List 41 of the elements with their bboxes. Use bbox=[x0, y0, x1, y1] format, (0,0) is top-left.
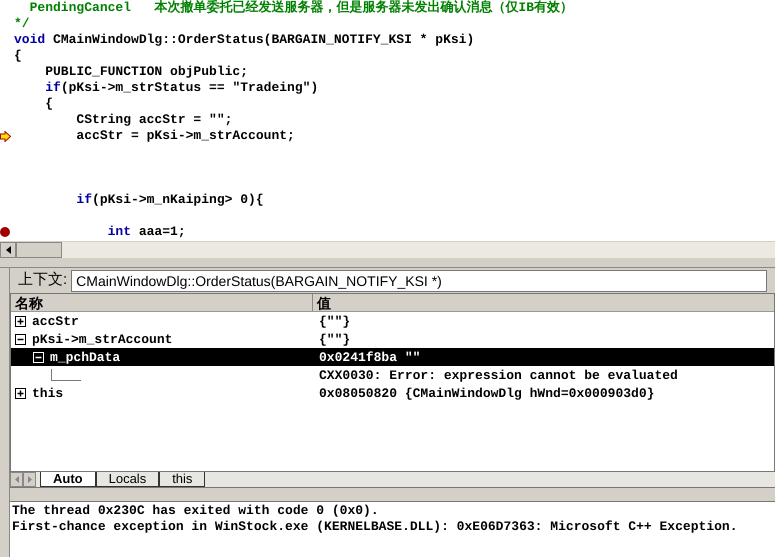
code-line: { bbox=[14, 48, 22, 64]
variable-name: pKsi->m_strAccount bbox=[32, 330, 172, 349]
tab-scroll-left-button[interactable] bbox=[10, 472, 23, 488]
context-field[interactable]: CMainWindowDlg::OrderStatus(BARGAIN_NOTIFY_KSI *) bbox=[71, 270, 767, 292]
expand-icon[interactable] bbox=[15, 388, 26, 399]
scrollbar-thumb[interactable] bbox=[16, 242, 62, 258]
code-comment: PendingCancel 本次撤单委托已经发送服务器，但是服务器未发出确认消息（仅IB有效） bbox=[28, 0, 574, 16]
code-line: accStr = pKsi->m_strAccount; bbox=[75, 128, 295, 144]
code-line: if(pKsi->m_strStatus == "Tradeing") bbox=[44, 80, 318, 96]
code-line: { bbox=[44, 96, 54, 112]
tree-line bbox=[51, 369, 81, 382]
tab[interactable]: Auto bbox=[40, 472, 96, 488]
variable-value: CXX0030: Error: expression cannot be evaluated bbox=[318, 366, 678, 385]
left-arrow-icon bbox=[6, 246, 10, 254]
scroll-left-button[interactable] bbox=[0, 242, 16, 258]
left-arrow-icon bbox=[14, 476, 18, 484]
context-label: 上下文: bbox=[18, 270, 68, 290]
code-line: PUBLIC_FUNCTION objPublic; bbox=[44, 64, 248, 80]
code-line: int aaa=1; bbox=[106, 224, 186, 240]
collapse-icon[interactable] bbox=[15, 334, 26, 345]
tab[interactable]: Locals bbox=[96, 472, 160, 488]
variable-value: {""} bbox=[318, 330, 350, 349]
code-line: if(pKsi->m_nKaiping> 0){ bbox=[75, 192, 264, 208]
code-line: CString accStr = ""; bbox=[75, 112, 232, 128]
output-line: First-chance exception in WinStock.exe (KERNELBASE.DLL): 0xE06D7363: Microsoft C++ Exception. bbox=[12, 519, 739, 535]
code-line: void CMainWindowDlg::OrderStatus(BARGAIN_NOTIFY_KSI * pKsi) bbox=[14, 32, 474, 48]
variable-name: this bbox=[32, 384, 64, 403]
variable-value: 0x08050820 {CMainWindowDlg hWnd=0x000903d0} bbox=[318, 384, 654, 403]
column-header[interactable]: 值 bbox=[313, 294, 774, 312]
variable-name: accStr bbox=[32, 312, 79, 331]
column-header[interactable]: 名称 bbox=[11, 294, 313, 312]
right-arrow-icon bbox=[28, 476, 32, 484]
expand-icon[interactable] bbox=[15, 316, 26, 327]
variable-value: 0x0241f8ba "" bbox=[318, 348, 420, 367]
tab-scroll-right-button[interactable] bbox=[23, 472, 36, 488]
variable-value: {""} bbox=[318, 312, 350, 331]
code-comment: */ bbox=[14, 16, 30, 32]
output-line: The thread 0x230C has exited with code 0 (0x0). bbox=[12, 503, 380, 519]
variable-name: m_pchData bbox=[50, 348, 120, 367]
tab[interactable]: this bbox=[159, 472, 206, 488]
selected-row[interactable]: m_pchData 0x0241f8ba "" bbox=[11, 348, 774, 366]
